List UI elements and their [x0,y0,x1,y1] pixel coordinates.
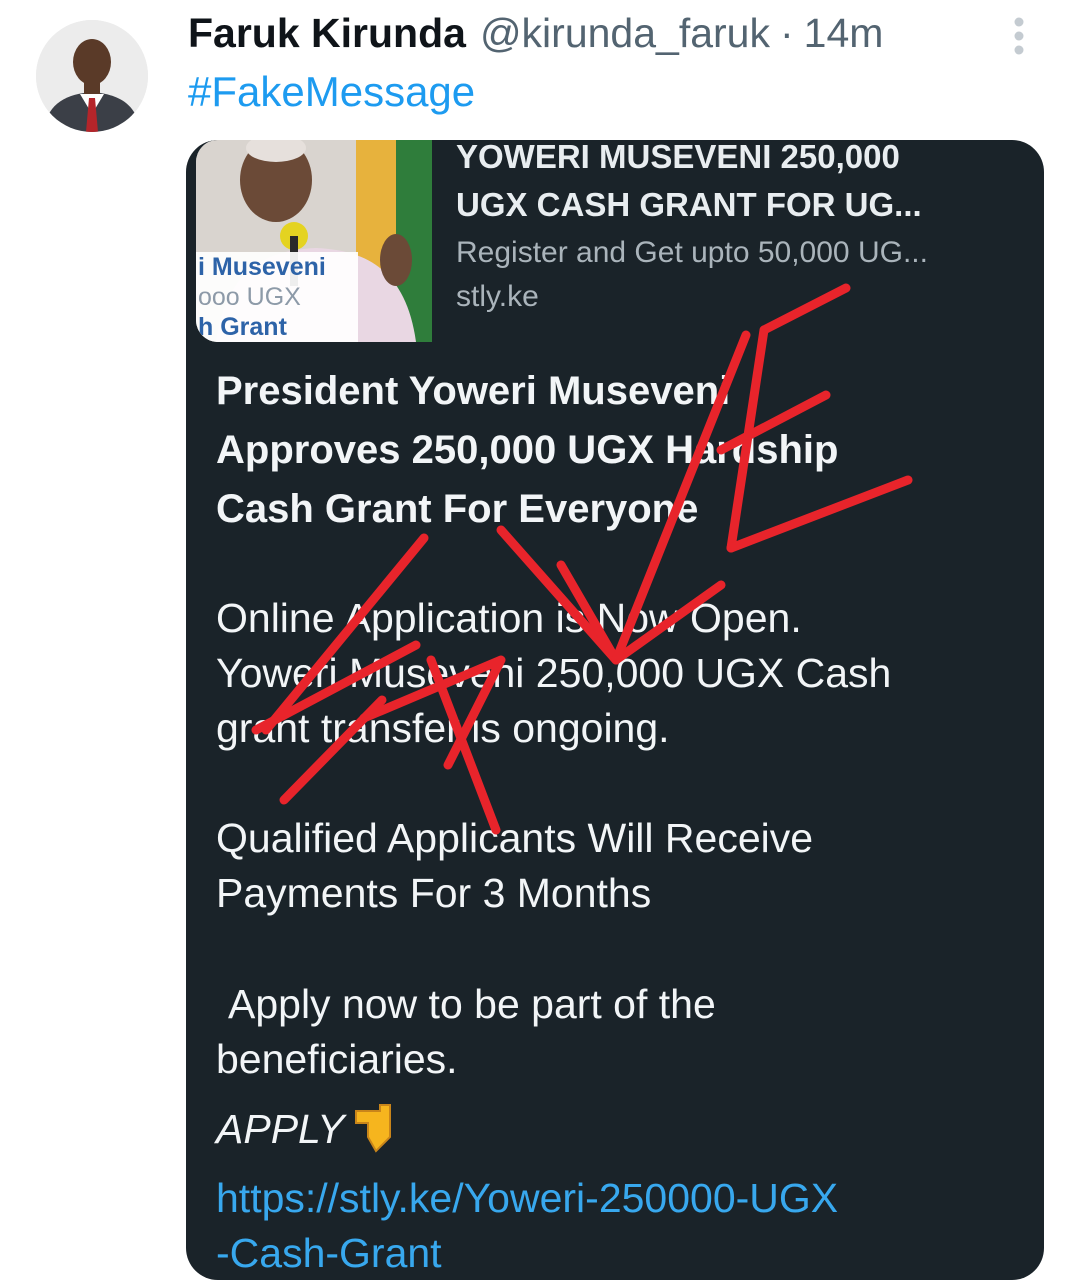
header-separator: · [779,10,794,56]
person-avatar-icon [36,20,148,132]
thumbnail-caption-line: i Museveni [198,253,326,281]
message-headline: President Yoweri Museveni Approves 250,0… [216,362,1026,539]
tweet-header: Faruk Kirunda @kirunda_faruk · 14m [188,8,990,58]
link-preview-text[interactable]: YOWERI MUSEVENI 250,000 UGX CASH GRANT F… [456,140,1036,319]
tweet-timestamp[interactable]: 14m [804,8,884,58]
scam-link-line[interactable]: -Cash-Grant [216,1230,442,1276]
thumbnail-caption-line: ooo UGX [198,283,301,311]
tweet-attached-image[interactable]: i Museveni ooo UGX h Grant YOWERI MUSEVE… [186,140,1044,1280]
message-paragraph: Qualified Applicants Will Receive Paymen… [216,811,1026,921]
message-paragraph: beneficiaries. [216,1032,1026,1087]
scam-link-line[interactable]: https://stly.ke/Yoweri-250000-UGX [216,1175,838,1221]
message-paragraph: Online Application is Now Open. Yoweri M… [216,591,1026,756]
thumbnail-caption: i Museveni ooo UGX h Grant [196,252,358,342]
link-preview-domain: stly.ke [456,280,539,313]
author-handle[interactable]: @kirunda_faruk [480,8,770,58]
headline-line: Cash Grant For Everyone [216,487,699,531]
author-name[interactable]: Faruk Kirunda [188,8,466,58]
message-line: Yoweri Museveni 250,000 UGX Cash [216,650,892,696]
more-options-button[interactable] [1004,14,1034,60]
link-preview-title-line: UGX CASH GRANT FOR UG... [456,186,922,223]
scam-link[interactable]: https://stly.ke/Yoweri-250000-UGX -Cash-… [216,1171,1026,1280]
link-preview-thumbnail: i Museveni ooo UGX h Grant [196,140,432,342]
message-line: Apply now to be part of the [228,981,716,1027]
thumbnail-caption-line: h Grant [198,313,287,341]
link-preview-title: YOWERI MUSEVENI 250,000 UGX CASH GRANT F… [456,140,1036,229]
message-paragraph: Apply now to be part of the [216,977,1026,1032]
headline-line: Approves 250,000 UGX Hardship [216,428,839,472]
message-body: President Yoweri Museveni Approves 250,0… [216,362,1026,1280]
headline-line: President Yoweri Museveni [216,369,731,413]
link-preview-title-line: YOWERI MUSEVENI 250,000 [456,140,900,175]
apply-line: APPLY [216,1097,1026,1167]
vertical-ellipsis-icon [1014,17,1024,55]
apply-label: APPLY [216,1105,345,1152]
message-line: grant transfer is ongoing. [216,705,670,751]
hashtag-link[interactable]: #FakeMessage [188,66,475,118]
message-line: Online Application is Now Open. [216,595,802,641]
pointing-down-hand-icon [350,1097,402,1167]
link-preview-description: Register and Get upto 50,000 UG... [456,236,928,269]
message-line: beneficiaries. [216,1036,458,1082]
author-avatar[interactable] [36,20,148,132]
message-line: Payments For 3 Months [216,870,652,916]
message-line: Qualified Applicants Will Receive [216,815,814,861]
